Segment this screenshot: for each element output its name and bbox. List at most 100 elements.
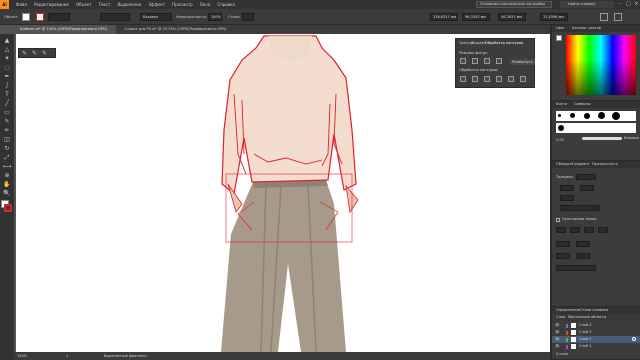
merge-button[interactable] [484,76,490,82]
minus-back-button[interactable] [520,76,526,82]
gap-field-1[interactable] [570,227,580,233]
profile-field[interactable] [556,265,596,271]
align-icon[interactable] [600,13,608,21]
eye-icon[interactable]: 👁 [555,343,559,350]
stroke-weight-input[interactable] [576,174,596,180]
brush-dots-row[interactable] [556,111,636,121]
zoom-tool-icon[interactable]: 🔍 [2,189,12,198]
app-logo[interactable]: Ai [0,0,9,9]
hand-tool-icon[interactable]: ✋ [2,180,12,189]
fill-swatch[interactable] [22,13,30,21]
tab-document-1[interactable]: Шаблон.ai* @ 150% (CMYK/Предпросмотр GPU… [16,25,116,34]
layer-row[interactable]: 👁 Слой 3 [552,329,640,336]
tab-transform[interactable]: Трансф [459,41,473,45]
help-search-input[interactable]: Найти справку [560,1,614,8]
tab-pathfinder[interactable]: Обработка контуров [485,41,523,45]
menu-type[interactable]: Текст [99,2,111,7]
fill-indicator[interactable] [556,35,562,41]
minimize-icon[interactable]: – [617,1,624,8]
minus-front-button[interactable] [472,58,478,64]
dashed-checkbox[interactable] [556,218,560,222]
tab-appearance[interactable]: Оформление [556,307,580,314]
divide-button[interactable] [460,76,466,82]
eraser-icon[interactable]: ◫ [2,135,12,144]
unite-button[interactable] [460,58,466,64]
magic-wand-icon[interactable]: ✦ [2,54,12,63]
menu-file[interactable]: Файл [16,2,27,7]
align-stroke-field[interactable] [560,205,600,211]
expand-button[interactable]: Развернуть [510,59,536,65]
brush-stroke-preview[interactable] [582,137,622,140]
status-mode[interactable]: Выделенный фрагмент [104,352,147,360]
paintbrush-icon[interactable]: ✎ [2,117,12,126]
tab-symbols[interactable]: Символы [574,101,591,108]
width-field[interactable]: 46,2631 мм [498,13,526,21]
pencil-icon[interactable]: ✏ [2,126,12,135]
rotate-tool-icon[interactable]: ↻ [2,144,12,153]
cap-field[interactable] [560,185,574,191]
corner-field[interactable] [580,185,594,191]
scale-tool-icon[interactable]: ⤢ [2,153,12,162]
workspace-switcher[interactable]: Основные классические настройки [476,1,552,8]
target-icon[interactable] [632,337,636,341]
type-tool-icon[interactable]: T [2,90,12,99]
layer-row[interactable]: 👁 Слой 1 [552,343,640,350]
tab-transparency[interactable]: Прозрачность [592,161,618,168]
gap-field-2[interactable] [598,227,608,233]
menu-help[interactable]: Справка [217,2,235,7]
color-spectrum[interactable] [566,35,636,95]
selection-tool-icon[interactable]: ▲ [2,36,12,45]
x-field[interactable]: 126,6321 мм [430,13,458,21]
brush-definition-field[interactable]: Базовая [140,13,172,21]
scale-end[interactable] [576,253,590,259]
dash-field-2[interactable] [584,227,594,233]
tab-align[interactable]: Выравн [472,41,486,45]
rectangle-tool-icon[interactable]: ▭ [2,108,12,117]
style-field[interactable] [242,13,254,21]
transform-icon[interactable] [614,13,622,21]
outline-button[interactable] [508,76,514,82]
tab-stroke[interactable]: Обводка [556,161,572,168]
eye-icon[interactable]: 👁 [555,336,559,343]
scale-start[interactable] [556,253,570,259]
eye-icon[interactable]: 👁 [555,322,559,329]
trim-button[interactable] [472,76,478,82]
shape-builder-icon[interactable]: ⊕ [2,171,12,180]
tab-document-2[interactable]: 1 кросс для PS.ai* @ 25,35% (CMYK/Предпр… [120,25,230,34]
y-field[interactable]: 96,3303 мм [462,13,490,21]
curvature-tool-icon[interactable]: ∫ [2,81,12,90]
arrowhead-start[interactable] [556,241,570,247]
close-icon[interactable]: × [633,1,640,8]
crop-button[interactable] [496,76,502,82]
direct-selection-tool-icon[interactable]: △ [2,45,12,54]
stroke-color-swatch[interactable] [4,204,12,212]
stroke-weight-field[interactable] [48,13,70,21]
width-tool-icon[interactable]: ⟷ [2,162,12,171]
layer-row[interactable]: 👁 Слой 4 [552,322,640,329]
menu-select[interactable]: Выделение [117,2,141,7]
menu-effect[interactable]: Эффект [148,2,165,7]
variable-width-field[interactable] [100,13,130,21]
height-field[interactable]: 11,0396 мм [540,13,568,21]
eye-icon[interactable]: 👁 [555,329,559,336]
tab-layers[interactable]: Слои [556,314,565,321]
brush-dots-row-2[interactable] [556,123,636,133]
menu-window[interactable]: Окно [200,2,211,7]
exclude-button[interactable] [496,58,502,64]
tab-gradient[interactable]: Градиент [572,161,590,168]
layer-row-selected[interactable]: 👁 Слой 2 [552,336,640,343]
zoom-level[interactable]: 150% [17,352,27,360]
dash-field-1[interactable] [556,227,566,233]
tab-graphic-styles[interactable]: Стили графики [580,307,608,314]
tab-color-guide[interactable]: Каталог цветов [572,25,601,32]
intersect-button[interactable] [484,58,490,64]
lasso-icon[interactable]: ◌ [2,63,12,72]
pen-tool-icon[interactable]: ✒ [2,72,12,81]
tab-color[interactable]: Цвет [556,25,565,32]
maximize-icon[interactable]: □ [625,1,632,8]
menu-view[interactable]: Просмотр [172,2,193,7]
line-tool-icon[interactable]: ╱ [2,99,12,108]
menu-edit[interactable]: Редактирование [34,2,69,7]
artboard-number[interactable]: 1 [66,352,68,360]
tab-artboards[interactable]: Монтажные области [568,314,606,321]
